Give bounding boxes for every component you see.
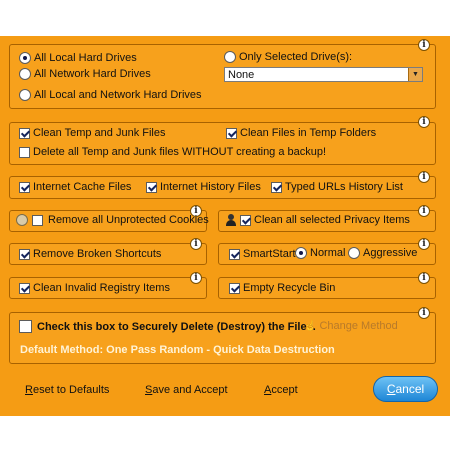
checkbox-secure-delete-box[interactable] <box>19 320 32 333</box>
checkbox-smartstart[interactable]: SmartStart: <box>229 248 299 260</box>
checkbox-broken-shortcuts[interactable]: Remove Broken Shortcuts <box>19 248 161 260</box>
checkbox-recycle-bin-label: Empty Recycle Bin <box>243 282 336 294</box>
cancel-button[interactable]: Cancel <box>373 376 438 402</box>
checkbox-clean-temp-folders-label: Clean Files in Temp Folders <box>240 127 377 139</box>
radio-all-local-network-drives-button[interactable] <box>19 89 31 101</box>
checkbox-recycle-bin-box[interactable] <box>229 282 240 294</box>
checkbox-clean-temp-junk-box[interactable] <box>19 127 30 139</box>
radio-only-selected-drives-label: Only Selected Drive(s): <box>239 51 353 63</box>
radio-all-local-network-drives[interactable]: All Local and Network Hard Drives <box>19 89 202 101</box>
checkbox-internet-cache-label: Internet Cache Files <box>33 181 132 193</box>
checkbox-typed-urls-box[interactable] <box>271 181 282 193</box>
checkbox-secure-delete-label: Check this box to Securely Delete (Destr… <box>37 320 316 333</box>
radio-smartstart-aggressive-button[interactable] <box>348 247 360 259</box>
save-and-accept-button[interactable]: Save and Accept <box>145 384 228 396</box>
checkbox-clean-temp-folders-box[interactable] <box>226 127 237 139</box>
radio-only-selected-drives-button[interactable] <box>224 51 236 63</box>
radio-only-selected-drives[interactable]: Only Selected Drive(s): <box>224 51 352 63</box>
default-method-label: Default Method: One Pass Random - Quick … <box>20 344 335 356</box>
checkbox-clean-temp-junk-label: Clean Temp and Junk Files <box>33 127 166 139</box>
checkbox-clean-temp-junk[interactable]: Clean Temp and Junk Files <box>19 127 165 139</box>
checkbox-typed-urls-label: Typed URLs History List <box>285 181 403 193</box>
checkbox-internet-cache[interactable]: Internet Cache Files <box>19 181 131 193</box>
reset-label: eset to Defaults <box>32 384 110 396</box>
checkbox-broken-shortcuts-box[interactable] <box>19 248 30 260</box>
checkbox-registry[interactable]: Clean Invalid Registry Items <box>19 282 170 294</box>
checkbox-registry-box[interactable] <box>19 282 30 294</box>
radio-all-local-drives-button[interactable] <box>19 52 31 64</box>
privacy-info-icon[interactable]: i <box>418 205 430 217</box>
privacy-agent-icon <box>225 214 237 226</box>
checkbox-broken-shortcuts-label: Remove Broken Shortcuts <box>33 248 162 260</box>
radio-smartstart-normal[interactable]: Normal <box>295 247 345 259</box>
checkbox-smartstart-label: SmartStart: <box>243 248 299 260</box>
checkbox-delete-without-backup-box[interactable] <box>19 146 30 158</box>
secure-delete-info-icon[interactable]: i <box>418 307 430 319</box>
radio-smartstart-normal-button[interactable] <box>295 247 307 259</box>
registry-info-icon[interactable]: i <box>190 272 202 284</box>
reset-to-defaults-button[interactable]: Reset to Defaults <box>25 384 109 396</box>
checkbox-internet-history-label: Internet History Files <box>160 181 261 193</box>
checkbox-secure-delete[interactable]: Check this box to Securely Delete (Destr… <box>19 320 316 333</box>
radio-all-network-drives-label: All Network Hard Drives <box>34 68 151 80</box>
radio-smartstart-aggressive-label: Aggressive <box>363 247 418 259</box>
radio-all-local-network-drives-label: All Local and Network Hard Drives <box>34 89 202 101</box>
checkbox-clean-temp-folders[interactable]: Clean Files in Temp Folders <box>226 127 376 139</box>
checkbox-smartstart-box[interactable] <box>229 248 240 260</box>
radio-smartstart-aggressive[interactable]: Aggressive <box>348 247 417 259</box>
checkbox-internet-history[interactable]: Internet History Files <box>146 181 261 193</box>
pointer-hand-icon: ☝ <box>304 320 317 332</box>
cleaning-options-dialog: i All Local Hard Drives All Network Hard… <box>0 36 450 416</box>
checkbox-clean-privacy-label: Clean all selected Privacy Items <box>254 214 410 226</box>
drive-select-value: None <box>228 68 255 81</box>
chevron-down-icon[interactable]: ▼ <box>408 68 422 81</box>
checkbox-delete-without-backup[interactable]: Delete all Temp and Junk files WITHOUT c… <box>19 146 326 158</box>
radio-all-local-drives[interactable]: All Local Hard Drives <box>19 52 137 64</box>
radio-all-network-drives[interactable]: All Network Hard Drives <box>19 68 151 80</box>
recycle-info-icon[interactable]: i <box>418 272 430 284</box>
checkbox-internet-history-box[interactable] <box>146 181 157 193</box>
checkbox-registry-label: Clean Invalid Registry Items <box>33 282 170 294</box>
checkbox-recycle-bin[interactable]: Empty Recycle Bin <box>229 282 335 294</box>
checkbox-remove-cookies[interactable]: Remove all Unprotected Cookies <box>16 214 209 226</box>
cancel-label: ancel <box>395 382 425 396</box>
accept-button[interactable]: Accept <box>264 384 298 396</box>
radio-all-network-drives-button[interactable] <box>19 68 31 80</box>
checkbox-clean-privacy-box[interactable] <box>240 214 251 226</box>
drives-info-icon[interactable]: i <box>418 39 430 51</box>
default-method-text: Default Method: One Pass Random - Quick … <box>20 344 335 356</box>
cancel-mnemonic: C <box>386 382 396 396</box>
checkbox-remove-cookies-label: Remove all Unprotected Cookies <box>48 214 209 226</box>
checkbox-internet-cache-box[interactable] <box>19 181 30 193</box>
drive-select-dropdown[interactable]: None ▼ <box>224 67 423 82</box>
checkbox-delete-without-backup-label: Delete all Temp and Junk files WITHOUT c… <box>33 146 327 158</box>
temp-info-icon[interactable]: i <box>418 116 430 128</box>
radio-all-local-drives-label: All Local Hard Drives <box>34 52 137 64</box>
checkbox-typed-urls[interactable]: Typed URLs History List <box>271 181 403 193</box>
internet-info-icon[interactable]: i <box>418 171 430 183</box>
accept-label: ccept <box>271 384 298 396</box>
radio-smartstart-normal-label: Normal <box>310 247 346 259</box>
change-method-label: Change Method <box>319 320 398 332</box>
change-method-link[interactable]: ☝ Change Method <box>304 320 398 332</box>
reset-mnemonic: R <box>25 384 33 396</box>
save-label: ave and Accept <box>152 384 228 396</box>
checkbox-clean-privacy[interactable]: Clean all selected Privacy Items <box>225 214 410 226</box>
cookie-icon <box>16 214 28 226</box>
shortcuts-info-icon[interactable]: i <box>190 238 202 250</box>
checkbox-remove-cookies-box[interactable] <box>32 214 43 226</box>
smartstart-info-icon[interactable]: i <box>418 238 430 250</box>
